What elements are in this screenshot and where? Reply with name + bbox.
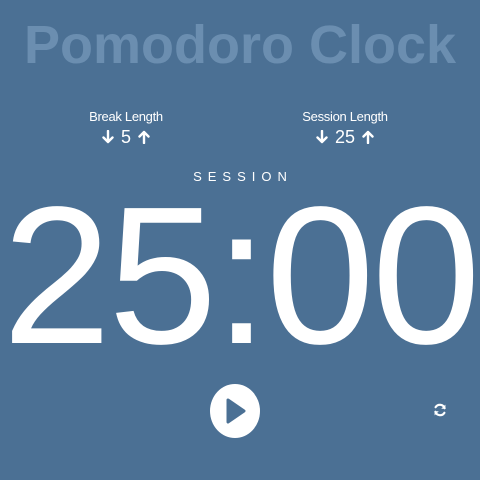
break-length-control: Break Length 5	[46, 108, 206, 147]
app-title: Pomodoro Clock	[23, 15, 457, 75]
session-length-value: 25	[334, 127, 356, 147]
break-length-row: 5	[46, 127, 206, 147]
session-length-control: Session Length 25	[265, 108, 425, 147]
break-increment-button[interactable]	[137, 129, 151, 145]
session-increment-button[interactable]	[361, 129, 375, 145]
play-icon	[226, 398, 246, 424]
break-length-label: Break Length	[89, 109, 163, 124]
break-decrement-button[interactable]	[101, 129, 115, 145]
refresh-icon	[434, 403, 446, 417]
session-decrement-button[interactable]	[315, 129, 329, 145]
arrow-down-icon	[316, 130, 328, 144]
arrow-up-icon	[362, 130, 374, 144]
arrow-down-icon	[102, 130, 114, 144]
pomodoro-app: Pomodoro Clock Break Length 5 Session Le…	[0, 0, 480, 480]
session-length-row: 25	[265, 127, 425, 147]
break-length-value: 5	[120, 127, 131, 147]
arrow-up-icon	[138, 130, 150, 144]
session-length-label: Session Length	[302, 109, 388, 124]
timer-display: 25:00	[2, 166, 480, 385]
play-button[interactable]	[210, 384, 260, 438]
reset-button[interactable]	[432, 402, 448, 418]
